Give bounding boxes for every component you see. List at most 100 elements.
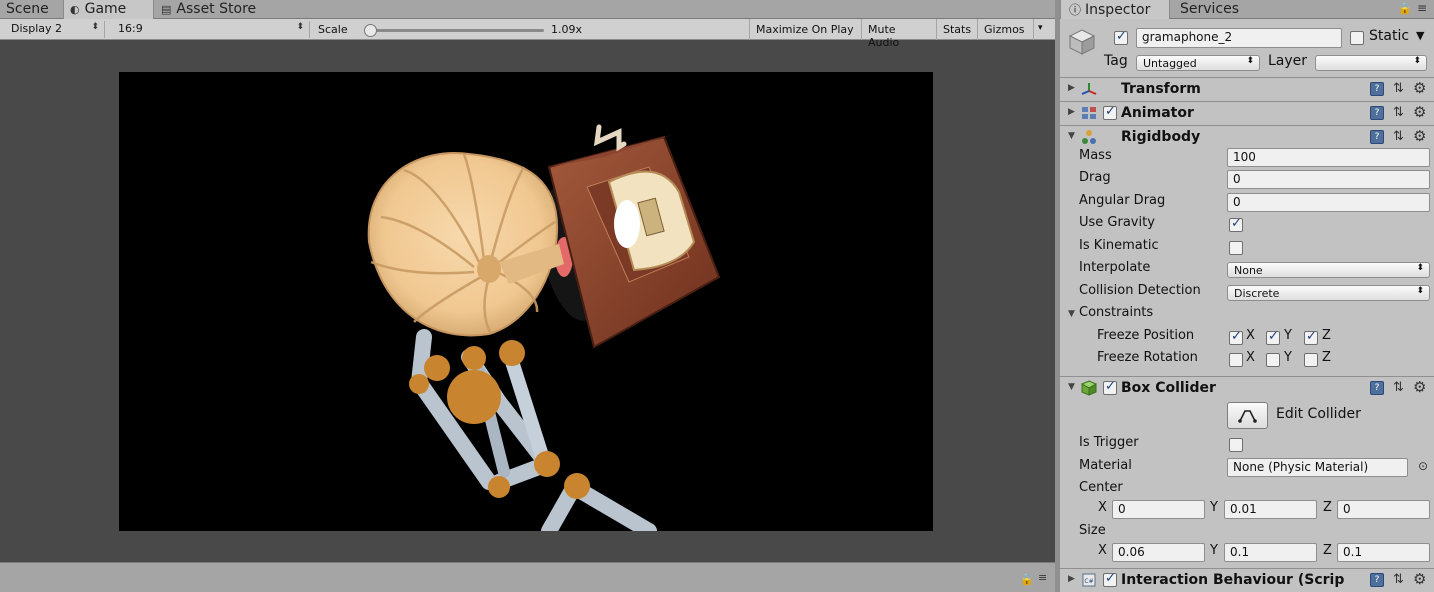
help-book-icon[interactable]: ? (1370, 130, 1384, 144)
help-book-icon[interactable]: ? (1370, 82, 1384, 96)
interpolate-label: Interpolate (1079, 260, 1151, 275)
help-book-icon[interactable]: ? (1370, 106, 1384, 120)
gameobject-name-field[interactable]: gramaphone_2 (1136, 28, 1342, 48)
lock-icon[interactable]: 🔒 (1020, 573, 1034, 586)
center-x-field[interactable]: 0 (1112, 500, 1205, 519)
component-header-icons: ? ⇅ ⚙ (1370, 127, 1434, 147)
interpolate-dropdown[interactable]: None ⬍ (1227, 262, 1430, 278)
size-x-label: X (1098, 543, 1107, 558)
aspect-value: 16:9 (118, 22, 143, 35)
mute-audio-toggle[interactable]: Mute Audio (861, 19, 936, 49)
tag-label: Tag (1104, 53, 1128, 69)
box-collider-cube-icon (1081, 380, 1097, 396)
inspector-tab-bar: ⓘ Inspector Services 🔒 ≡ (1060, 0, 1434, 19)
foldout-expanded-icon[interactable]: ▼ (1068, 131, 1075, 141)
static-checkbox[interactable] (1350, 31, 1364, 45)
drag-field[interactable]: 0 (1227, 170, 1430, 189)
tag-dropdown[interactable]: Untagged ⬍ (1136, 55, 1260, 71)
freeze-rotation-y-checkbox[interactable] (1266, 353, 1280, 367)
foldout-collapsed-icon[interactable]: ▶ (1068, 574, 1075, 584)
edit-collider-button[interactable] (1227, 402, 1268, 429)
mass-label: Mass (1079, 148, 1112, 163)
freeze-rotation-z-label: Z (1322, 350, 1331, 365)
preset-sliders-icon[interactable]: ⇅ (1393, 380, 1404, 395)
freeze-rotation-x-checkbox[interactable] (1229, 353, 1243, 367)
gear-icon[interactable]: ⚙ (1413, 79, 1426, 97)
animator-enabled-checkbox[interactable] (1103, 104, 1117, 120)
gear-icon[interactable]: ⚙ (1413, 378, 1426, 396)
box-collider-component-header[interactable]: ▼ Box Collider ? ⇅ ⚙ (1060, 376, 1434, 400)
tab-inspector[interactable]: ⓘ Inspector (1060, 0, 1170, 19)
tab-game[interactable]: ◐ Game (63, 0, 154, 19)
scene-tab-label: Scene (6, 1, 49, 17)
layer-dropdown[interactable]: ⬍ (1315, 55, 1427, 71)
foldout-collapsed-icon[interactable]: ▶ (1068, 107, 1075, 117)
gear-icon[interactable]: ⚙ (1413, 103, 1426, 121)
object-picker-icon[interactable]: ⊙ (1418, 459, 1428, 473)
center-y-field[interactable]: 0.01 (1224, 500, 1317, 519)
size-y-field[interactable]: 0.1 (1224, 543, 1317, 562)
freeze-position-z-label: Z (1322, 328, 1331, 343)
angular-drag-field[interactable]: 0 (1227, 193, 1430, 212)
scale-slider-thumb[interactable] (364, 24, 377, 37)
center-z-field[interactable]: 0 (1337, 500, 1430, 519)
gizmos-toggle[interactable]: Gizmos (977, 19, 1033, 40)
lock-icon[interactable]: 🔒 (1398, 2, 1412, 15)
preset-sliders-icon[interactable]: ⇅ (1393, 105, 1404, 120)
stats-toggle[interactable]: Stats (936, 19, 977, 40)
game-tab-bar: Scene ◐ Game ▤ Asset Store (0, 0, 1055, 19)
display-dropdown[interactable]: Display 2 ⬍ (5, 21, 105, 38)
animator-component-header[interactable]: ▶ Animator ? ⇅ ⚙ (1060, 101, 1434, 125)
aspect-dropdown[interactable]: 16:9 ⬍ (112, 21, 310, 38)
scale-slider-track[interactable] (366, 29, 544, 32)
tab-asset-store[interactable]: ▤ Asset Store (155, 0, 275, 19)
material-field[interactable]: None (Physic Material) (1227, 458, 1408, 477)
preset-sliders-icon[interactable]: ⇅ (1393, 572, 1404, 587)
menu-icon[interactable]: ≡ (1417, 1, 1427, 15)
freeze-position-z-checkbox[interactable] (1304, 329, 1318, 345)
mass-field[interactable]: 100 (1227, 148, 1430, 167)
preset-sliders-icon[interactable]: ⇅ (1393, 81, 1404, 96)
freeze-position-y-checkbox[interactable] (1266, 329, 1280, 345)
collision-detection-dropdown[interactable]: Discrete ⬍ (1227, 285, 1430, 301)
box-collider-title: Box Collider (1121, 380, 1216, 396)
is-kinematic-label: Is Kinematic (1079, 238, 1159, 253)
size-z-field[interactable]: 0.1 (1337, 543, 1430, 562)
is-trigger-checkbox[interactable] (1229, 438, 1243, 452)
help-book-icon[interactable]: ? (1370, 573, 1384, 587)
size-label: Size (1079, 523, 1106, 538)
updown-arrow-icon: ⬍ (91, 22, 99, 32)
gizmos-dropdown-arrow-icon[interactable]: ▾ (1033, 19, 1050, 40)
transform-title: Transform (1121, 81, 1201, 97)
foldout-expanded-icon[interactable]: ▼ (1068, 309, 1075, 319)
foldout-expanded-icon[interactable]: ▼ (1068, 382, 1075, 392)
layer-label: Layer (1268, 53, 1308, 69)
preset-sliders-icon[interactable]: ⇅ (1393, 129, 1404, 144)
size-y-label: Y (1210, 543, 1218, 558)
center-x-label: X (1098, 500, 1107, 515)
size-x-field[interactable]: 0.06 (1112, 543, 1205, 562)
freeze-position-x-checkbox[interactable] (1229, 329, 1243, 345)
use-gravity-checkbox[interactable] (1229, 216, 1243, 232)
interaction-behaviour-enabled-checkbox[interactable] (1103, 571, 1117, 587)
freeze-rotation-z-checkbox[interactable] (1304, 353, 1318, 367)
help-book-icon[interactable]: ? (1370, 381, 1384, 395)
rigidbody-component-header[interactable]: ▼ Rigidbody ? ⇅ ⚙ (1060, 125, 1434, 149)
menu-icon[interactable]: ≡ (1038, 571, 1047, 584)
freeze-position-y-label: Y (1284, 328, 1292, 343)
gameobject-active-checkbox[interactable] (1114, 29, 1128, 45)
tab-services[interactable]: Services (1172, 0, 1262, 19)
interaction-behaviour-component-header[interactable]: ▶ C# Interaction Behaviour (Scrip ? ⇅ ⚙ (1060, 568, 1434, 592)
gear-icon[interactable]: ⚙ (1413, 127, 1426, 145)
use-gravity-label: Use Gravity (1079, 215, 1155, 230)
box-collider-enabled-checkbox[interactable] (1103, 379, 1117, 395)
transform-component-header[interactable]: ▶ Transform ? ⇅ ⚙ (1060, 77, 1434, 101)
edit-collider-icon (1238, 410, 1257, 423)
foldout-collapsed-icon[interactable]: ▶ (1068, 83, 1075, 93)
game-viewport[interactable] (119, 72, 933, 531)
static-dropdown-arrow-icon[interactable]: ▼ (1416, 29, 1424, 42)
maximize-on-play-toggle[interactable]: Maximize On Play (749, 19, 861, 40)
is-kinematic-checkbox[interactable] (1229, 241, 1243, 255)
tab-scene[interactable]: Scene (0, 0, 63, 19)
gear-icon[interactable]: ⚙ (1413, 570, 1426, 588)
